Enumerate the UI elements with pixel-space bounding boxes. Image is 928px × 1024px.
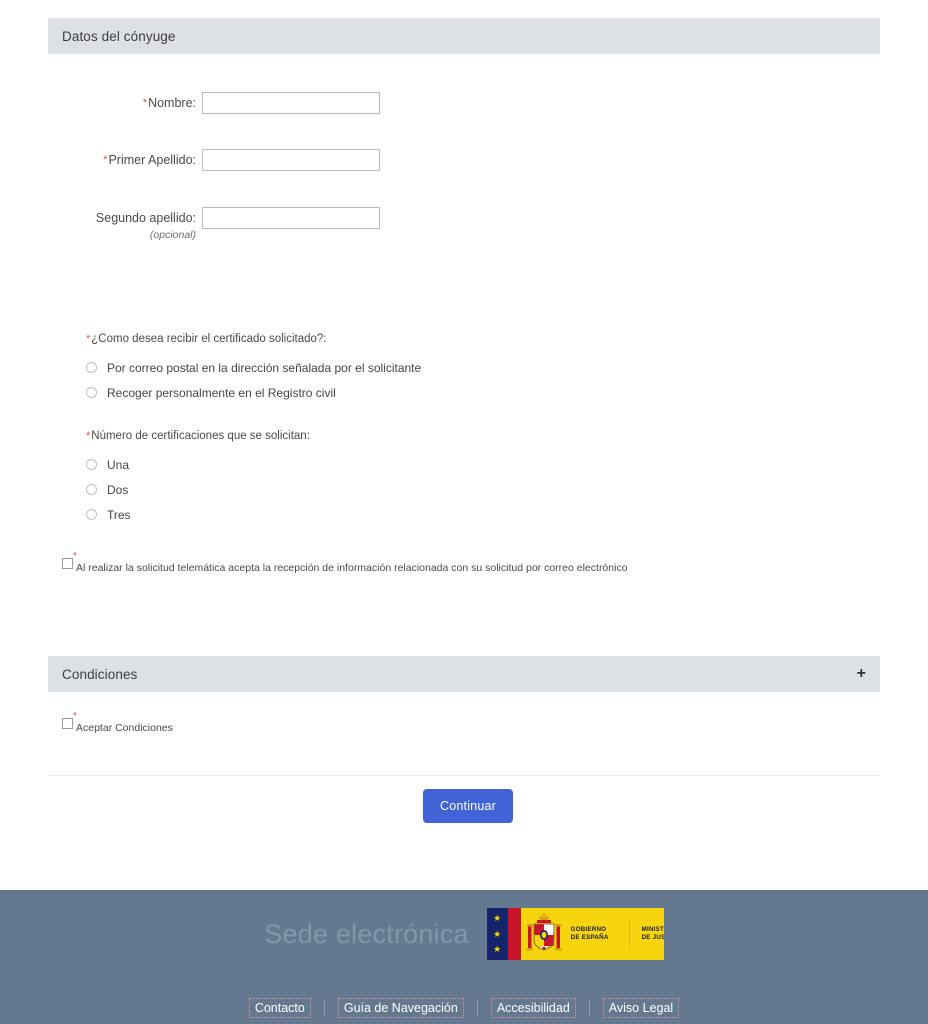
section-header-conditions[interactable]: Condiciones + bbox=[48, 656, 880, 692]
required-asterisk: * bbox=[103, 154, 108, 166]
accept-conditions-checkbox-wrap[interactable]: * bbox=[62, 712, 77, 729]
input-primer-apellido[interactable] bbox=[202, 149, 380, 171]
radio-option-recoger-registro[interactable]: Recoger personalmente en el Registro civ… bbox=[86, 380, 421, 405]
label-segundo-apellido-text: Segundo apellido: bbox=[95, 211, 196, 225]
label-nombre: *Nombre: bbox=[42, 92, 202, 114]
logo-gobierno-line1: GOBIERNO bbox=[570, 926, 607, 934]
label-primer-apellido: *Primer Apellido: bbox=[42, 149, 202, 171]
radio-label-correo-postal: Por correo postal en la dirección señala… bbox=[107, 360, 422, 375]
logo-red-stripe bbox=[507, 908, 521, 960]
question-num-text: Número de certificaciones que se solicit… bbox=[91, 430, 310, 442]
question-num-certifications: *Número de certificaciones que se solici… bbox=[86, 429, 310, 527]
logo-ministerio-line1: MINISTERIO bbox=[641, 926, 664, 934]
section-title-spouse: Datos del cónyuge bbox=[62, 28, 176, 44]
accept-conditions-row[interactable]: * Aceptar Condiciones bbox=[62, 712, 173, 734]
logo-gobierno-text: GOBIERNO DE ESPAÑA bbox=[571, 926, 609, 941]
coat-of-arms-icon bbox=[521, 908, 567, 960]
checkbox-icon[interactable] bbox=[62, 718, 73, 729]
radio-icon[interactable] bbox=[86, 362, 97, 373]
logo-star-icon: ★ bbox=[493, 943, 502, 954]
consent-checkbox-row[interactable]: * Al realizar la solicitud telemática ac… bbox=[62, 552, 628, 574]
radio-option-una[interactable]: Una bbox=[86, 452, 310, 477]
radio-label-recoger-registro: Recoger personalmente en el Registro civ… bbox=[107, 385, 336, 400]
footer-links: Contacto Guía de Navegación Accesibilida… bbox=[0, 998, 928, 1018]
form-row-segundo-apellido: Segundo apellido: (opcional) bbox=[42, 207, 380, 241]
logo-star-icon: ★ bbox=[493, 913, 502, 924]
section-title-conditions: Condiciones bbox=[62, 666, 138, 682]
footer-link-accesibilidad[interactable]: Accesibilidad bbox=[490, 998, 576, 1018]
required-asterisk: * bbox=[86, 333, 91, 345]
footer-link-separator bbox=[476, 1001, 478, 1015]
footer-brand-text: Sede electrónica bbox=[264, 918, 469, 949]
consent-checkbox-wrap[interactable]: * bbox=[62, 552, 77, 569]
radio-icon[interactable] bbox=[86, 509, 97, 520]
radio-icon[interactable] bbox=[86, 484, 97, 495]
expand-plus-icon[interactable]: + bbox=[857, 666, 866, 682]
logo-blue-band: ★ ★ ★ bbox=[486, 908, 508, 960]
form-row-nombre: *Nombre: bbox=[42, 92, 380, 114]
accept-conditions-label: Aceptar Condiciones bbox=[76, 722, 173, 734]
gobierno-de-espana-logo: ★ ★ ★ GOBIERNO DE ESPAÑA MINIST DE JUS bbox=[486, 908, 664, 960]
radio-icon[interactable] bbox=[86, 387, 97, 398]
radio-option-tres[interactable]: Tres bbox=[86, 502, 310, 527]
section-header-spouse: Datos del cónyuge bbox=[48, 18, 880, 54]
required-asterisk: * bbox=[73, 551, 77, 562]
footer-brand-row: Sede electrónica ★ ★ ★ GOBIERNO DE ESPAÑ… bbox=[0, 908, 928, 960]
required-asterisk: * bbox=[86, 430, 91, 442]
logo-gobierno-line2: DE ESPAÑA bbox=[570, 934, 609, 941]
label-segundo-apellido-wrap: Segundo apellido: (opcional) bbox=[42, 207, 202, 241]
consent-text: Al realizar la solicitud telemática acep… bbox=[76, 562, 628, 574]
footer-link-separator bbox=[588, 1001, 590, 1015]
form-row-primer-apellido: *Primer Apellido: bbox=[42, 149, 380, 171]
logo-star-icon: ★ bbox=[493, 928, 502, 939]
question-delivery-label: *¿Como desea recibir el certificado soli… bbox=[86, 332, 421, 346]
checkbox-icon[interactable] bbox=[62, 558, 73, 569]
question-delivery-text: ¿Como desea recibir el certificado solic… bbox=[91, 333, 327, 345]
footer-link-contacto[interactable]: Contacto bbox=[248, 998, 311, 1018]
required-asterisk: * bbox=[142, 97, 148, 109]
question-delivery-method: *¿Como desea recibir el certificado soli… bbox=[86, 332, 421, 405]
logo-ministerio-line2: DE JUSTICIA bbox=[641, 934, 664, 941]
label-segundo-apellido: Segundo apellido: bbox=[42, 207, 202, 229]
label-primer-apellido-text: Primer Apellido: bbox=[108, 153, 196, 167]
radio-option-dos[interactable]: Dos bbox=[86, 477, 310, 502]
required-asterisk: * bbox=[73, 711, 77, 722]
footer-link-aviso-legal[interactable]: Aviso Legal bbox=[602, 998, 680, 1018]
radio-label-una: Una bbox=[107, 457, 130, 472]
footer-link-guia-navegacion[interactable]: Guía de Navegación bbox=[337, 998, 464, 1018]
page-root: Datos del cónyuge *Nombre: *Primer Apell… bbox=[0, 0, 928, 1024]
label-segundo-apellido-note: (opcional) bbox=[149, 229, 196, 241]
input-segundo-apellido[interactable] bbox=[202, 207, 380, 229]
footer-link-separator bbox=[323, 1001, 325, 1015]
form-divider bbox=[48, 775, 880, 776]
radio-label-dos: Dos bbox=[107, 482, 129, 497]
continue-button[interactable]: Continuar bbox=[423, 789, 513, 823]
question-num-label: *Número de certificaciones que se solici… bbox=[86, 429, 310, 443]
logo-ministerio-text: MINISTERIO DE JUSTICIA bbox=[628, 919, 664, 949]
radio-icon[interactable] bbox=[86, 459, 97, 470]
label-nombre-text: Nombre: bbox=[148, 96, 196, 110]
radio-label-tres: Tres bbox=[107, 507, 131, 522]
input-nombre[interactable] bbox=[202, 92, 380, 114]
radio-option-correo-postal[interactable]: Por correo postal en la dirección señala… bbox=[86, 355, 421, 380]
logo-text-group: GOBIERNO DE ESPAÑA MINISTERIO DE JUSTICI… bbox=[567, 908, 664, 960]
